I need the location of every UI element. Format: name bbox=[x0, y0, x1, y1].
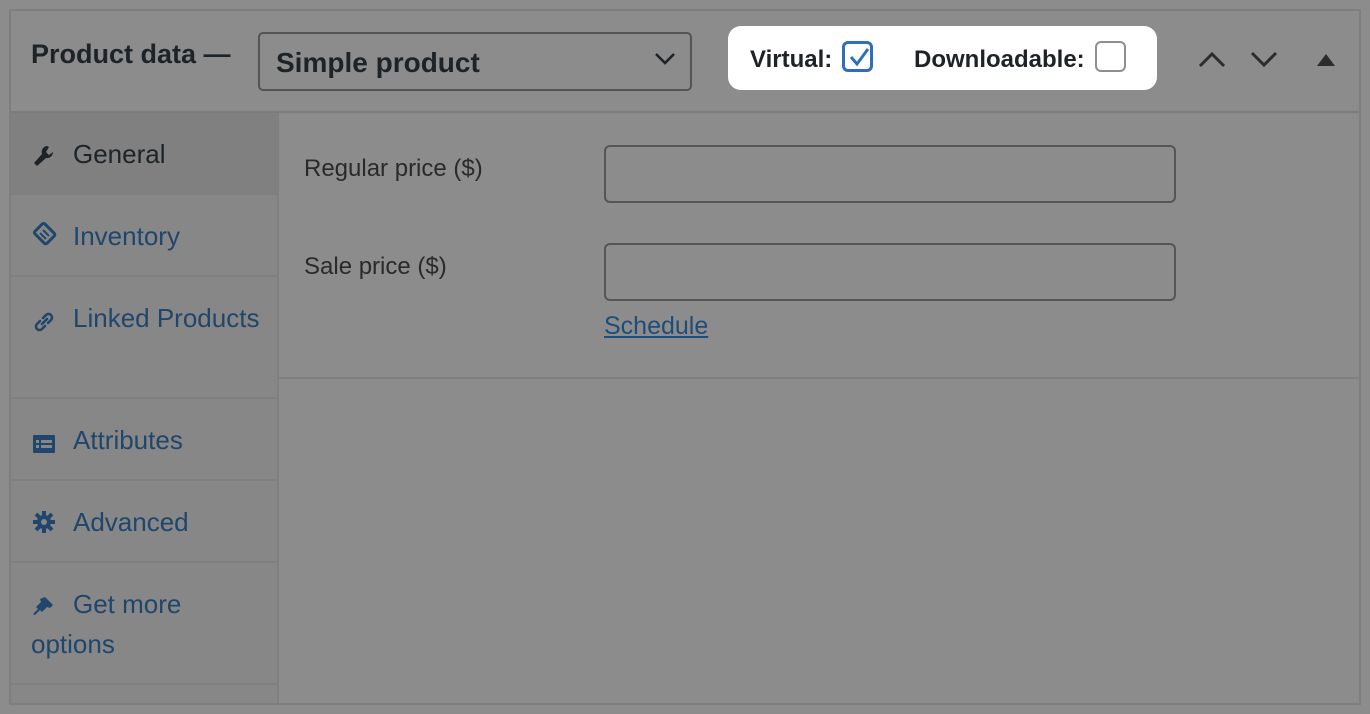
tab-attributes-label: Attributes bbox=[73, 425, 183, 455]
collapse-triangle-icon[interactable] bbox=[1316, 53, 1336, 72]
chevron-down-icon[interactable] bbox=[1249, 49, 1279, 74]
sale-price-input[interactable] bbox=[604, 243, 1176, 301]
chevron-up-icon[interactable] bbox=[1197, 49, 1227, 74]
general-options-panel: Regular price ($) Sale price ($) Schedul… bbox=[279, 113, 1359, 379]
tab-get-more-options[interactable]: Get more options bbox=[11, 563, 277, 685]
schedule-link[interactable]: Schedule bbox=[604, 312, 708, 341]
product-data-tabs: General Inventory Linked Products Attrib… bbox=[11, 113, 279, 703]
tab-linked-products[interactable]: Linked Products bbox=[11, 277, 277, 399]
regular-price-input[interactable] bbox=[604, 145, 1176, 203]
regular-price-label: Regular price ($) bbox=[304, 155, 483, 182]
tab-get-more-options-label: Get more options bbox=[31, 589, 182, 659]
product-data-panel: Product data — Simple product Virtual: D… bbox=[9, 9, 1361, 705]
tab-inventory-label: Inventory bbox=[73, 221, 180, 251]
downloadable-checkbox[interactable] bbox=[1095, 41, 1126, 72]
tab-linked-products-label: Linked Products bbox=[73, 303, 260, 333]
virtual-checkbox[interactable] bbox=[842, 41, 873, 72]
panel-header: Product data — Simple product Virtual: D… bbox=[11, 11, 1359, 113]
panel-title: Product data — bbox=[31, 39, 231, 69]
product-type-select[interactable]: Simple product bbox=[258, 32, 692, 91]
checkmark-icon bbox=[849, 48, 870, 67]
downloadable-label: Downloadable: bbox=[914, 46, 1085, 73]
tab-attributes[interactable]: Attributes bbox=[11, 399, 277, 481]
product-type-value: Simple product bbox=[276, 47, 480, 78]
virtual-label: Virtual: bbox=[750, 46, 833, 73]
tab-general-label: General bbox=[73, 139, 166, 169]
tab-advanced[interactable]: Advanced bbox=[11, 481, 277, 563]
tab-advanced-label: Advanced bbox=[73, 507, 189, 537]
chevron-down-icon bbox=[654, 52, 676, 71]
tab-inventory[interactable]: Inventory bbox=[11, 195, 277, 277]
product-options-highlight: Virtual: Downloadable: bbox=[728, 26, 1157, 90]
sale-price-label: Sale price ($) bbox=[304, 253, 447, 280]
tab-general[interactable]: General bbox=[11, 113, 277, 195]
